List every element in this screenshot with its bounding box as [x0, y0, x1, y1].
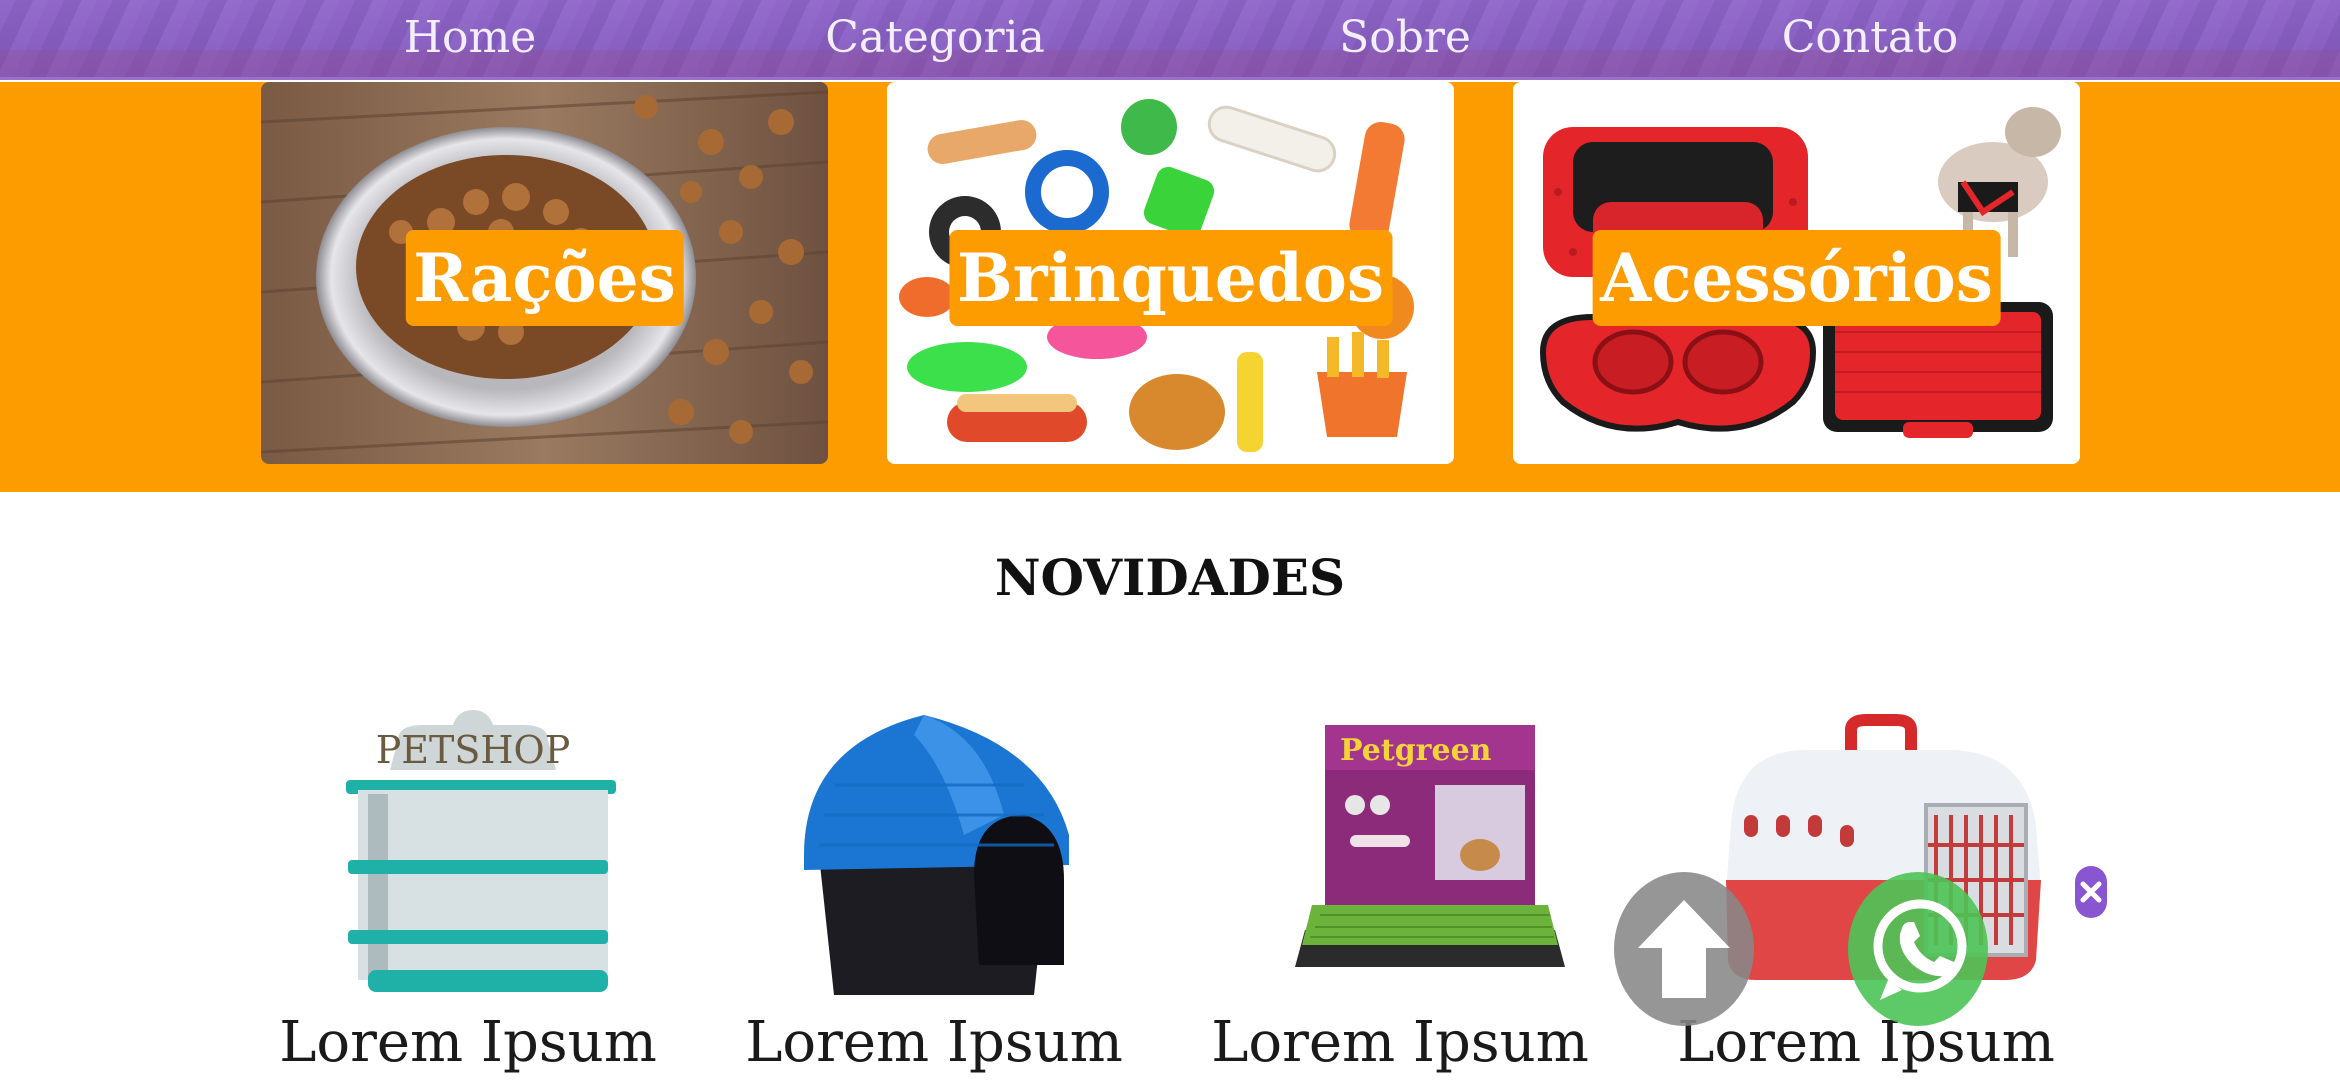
petshop-display-shelf-image: PETSHOP: [346, 710, 616, 992]
category-card-brinquedos[interactable]: Brinquedos: [887, 82, 1454, 464]
main-navbar: Home Categoria Sobre Contato: [0, 0, 2340, 80]
page: Home Categoria Sobre Contato Rações Brin…: [0, 0, 2340, 1080]
close-icon: [2080, 881, 2102, 903]
nav-sobre[interactable]: Sobre: [1305, 10, 1505, 66]
arrow-up-icon: [1638, 900, 1730, 998]
category-card-acessorios[interactable]: Acessórios: [1513, 82, 2080, 464]
category-label-acessorios: Acessórios: [1592, 230, 2001, 326]
category-card-racoes[interactable]: Rações: [261, 82, 828, 464]
display-sign-text: PETSHOP: [376, 728, 571, 772]
box-brand-text: Petgreen: [1340, 733, 1492, 768]
whatsapp-icon: [1873, 899, 1967, 1000]
product-name: Lorem Ipsum: [279, 1010, 657, 1075]
section-title-novidades: NOVIDADES: [994, 548, 1346, 607]
petgreen-toilet-tray-image: Petgreen: [1295, 725, 1565, 967]
nav-contato[interactable]: Contato: [1760, 10, 1980, 66]
whatsapp-button[interactable]: [1848, 872, 1988, 1026]
scroll-to-top-button[interactable]: [1614, 872, 1754, 1026]
product-name: Lorem Ipsum: [745, 1010, 1123, 1075]
nav-categoria[interactable]: Categoria: [810, 10, 1060, 66]
category-label-brinquedos: Brinquedos: [948, 230, 1393, 326]
close-floating-button[interactable]: [2075, 866, 2107, 918]
category-label-racoes: Rações: [405, 230, 684, 326]
category-band: Rações Brinquedos Acessórios: [0, 82, 2340, 492]
product-name: Lorem Ipsum: [1211, 1010, 1589, 1075]
product-card[interactable]: Petgreen Lorem Ipsum: [1190, 705, 1610, 1080]
product-card[interactable]: PETSHOP Lorem Ipsum: [258, 705, 678, 1080]
plastic-dog-house-image: [804, 715, 1069, 995]
product-card[interactable]: Lorem Ipsum: [724, 705, 1144, 1080]
nav-home[interactable]: Home: [370, 10, 570, 66]
